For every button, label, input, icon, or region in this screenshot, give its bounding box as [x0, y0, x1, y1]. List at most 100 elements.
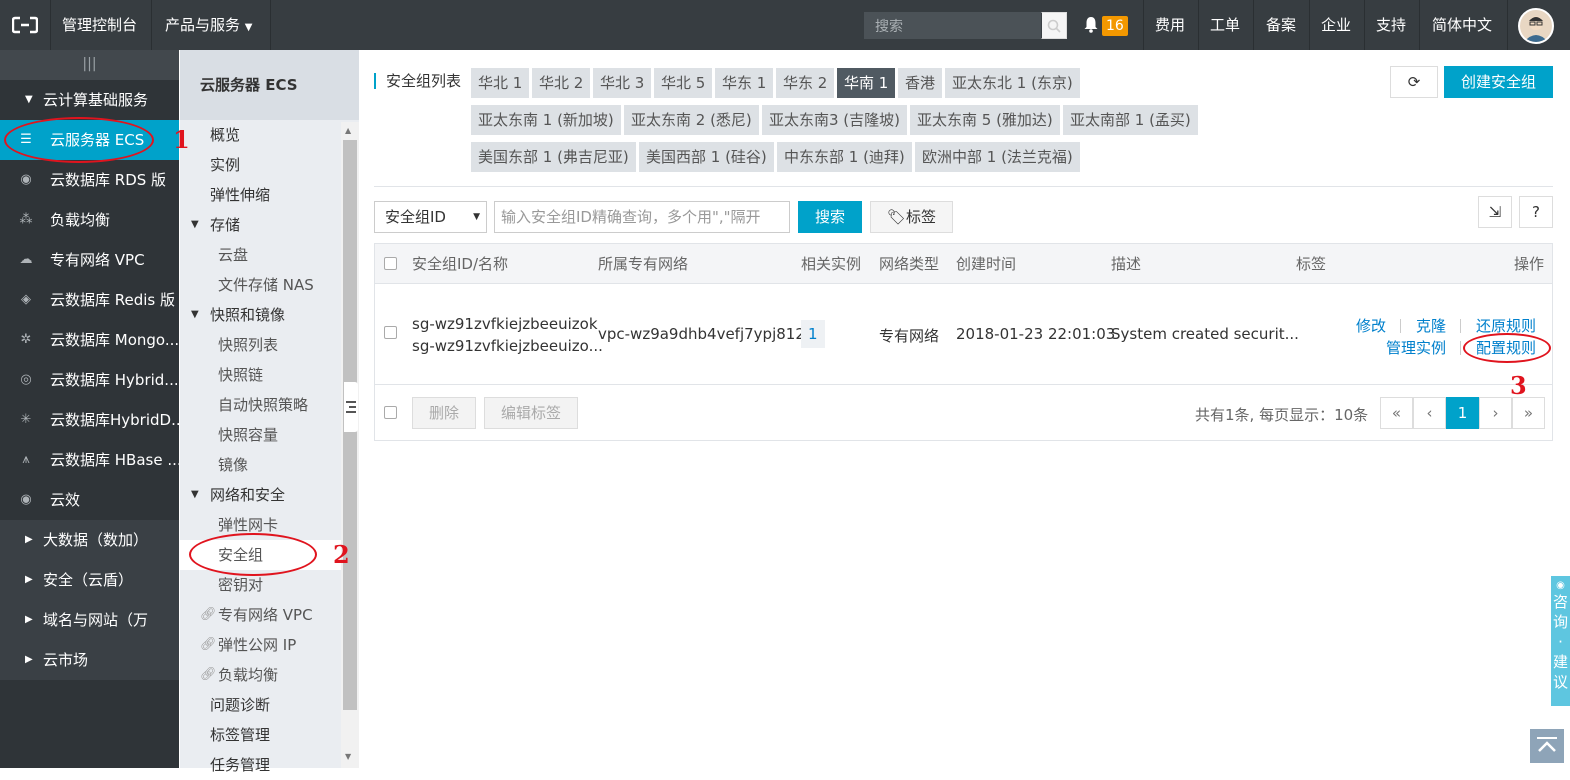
feedback-char: 咨 — [1552, 593, 1568, 611]
instance-count-link[interactable]: 1 — [801, 320, 825, 348]
next-page-button[interactable]: › — [1479, 397, 1512, 429]
region-tab[interactable]: 华北 1 — [471, 68, 530, 98]
region-tab[interactable]: 亚太南部 1 (孟买) — [1063, 105, 1198, 135]
sidebar-collapse-handle[interactable]: ||| — [0, 50, 179, 80]
region-tab[interactable]: 美国东部 1 (弗吉尼亚) — [471, 142, 636, 172]
subnav-snapshot-list[interactable]: 快照列表 — [180, 330, 342, 360]
sidebar-group-cloud-basics[interactable]: ▼ 云计算基础服务 — [0, 80, 179, 120]
subnav-auto-snapshot[interactable]: 自动快照策略 — [180, 390, 342, 420]
delete-button[interactable]: 删除 — [412, 397, 476, 429]
edit-tags-button[interactable]: 编辑标签 — [484, 397, 578, 429]
feedback-char: 建 — [1552, 653, 1568, 671]
subnav-slb-link[interactable]: 🔗︎ 负载均衡 — [180, 660, 342, 690]
sidebar-item-label: 云数据库 Hybrid... — [50, 371, 179, 389]
notifications[interactable]: 16 — [1083, 14, 1133, 38]
sidebar-item-slb[interactable]: ⁂ 负载均衡 — [0, 200, 179, 240]
nav-filing[interactable]: 备案 — [1254, 0, 1308, 50]
subnav-eip-link[interactable]: 🔗︎ 弹性公网 IP — [180, 630, 342, 660]
first-page-button[interactable]: « — [1380, 397, 1413, 429]
sidebar-item-vpc[interactable]: ☁ 专有网络 VPC — [0, 240, 179, 280]
products-menu[interactable]: 产品与服务 ▼ — [153, 0, 265, 50]
subnav-storage[interactable]: ▼ 存储 — [180, 210, 342, 240]
manage-instances-link[interactable]: 管理实例 — [1386, 337, 1446, 358]
search-button[interactable]: 搜索 — [798, 201, 862, 233]
tag-button[interactable]: 🏷︎标签 — [870, 201, 953, 233]
region-tab[interactable]: 中东东部 1 (迪拜) — [777, 142, 912, 172]
back-to-top-button[interactable] — [1530, 729, 1564, 763]
region-tab[interactable]: 欧洲中部 1 (法兰克福) — [915, 142, 1080, 172]
subnav-snapshots-images[interactable]: ▼ 快照和镜像 — [180, 300, 342, 330]
footer-checkbox[interactable] — [384, 406, 397, 419]
region-tab[interactable]: 华东 2 — [776, 68, 835, 98]
subnav-scrollbar[interactable]: ▲ ▼ — [341, 122, 359, 768]
region-tab[interactable]: 亚太东南 1 (新加坡) — [471, 105, 621, 135]
nav-tickets[interactable]: 工单 — [1198, 0, 1252, 50]
subnav-network-security[interactable]: ▼ 网络和安全 — [180, 480, 342, 510]
aliyun-logo-icon[interactable] — [0, 0, 50, 50]
subnav-nas[interactable]: 文件存储 NAS — [180, 270, 342, 300]
region-tab[interactable]: 亚太东南 2 (悉尼) — [624, 105, 759, 135]
nav-language[interactable]: 简体中文 — [1420, 0, 1504, 50]
console-link[interactable]: 管理控制台 — [50, 0, 149, 50]
region-tab[interactable]: 华北 5 — [654, 68, 713, 98]
sidebar-group-label: 云计算基础服务 — [43, 91, 149, 109]
collapse-sidebar-icon[interactable] — [344, 382, 358, 432]
select-all-checkbox[interactable] — [384, 257, 397, 270]
prev-page-button[interactable]: ‹ — [1413, 397, 1446, 429]
subnav-snapshot-capacity[interactable]: 快照容量 — [180, 420, 342, 450]
subnav-images[interactable]: 镜像 — [180, 450, 342, 480]
search-box[interactable]: 搜索 — [864, 12, 1067, 39]
row-checkbox[interactable] — [384, 326, 397, 339]
clone-link[interactable]: 克隆 — [1416, 315, 1446, 336]
sidebar-item-label: 负载均衡 — [50, 211, 111, 229]
sidebar-group-bigdata[interactable]: ▶ 大数据（数加） — [0, 520, 179, 560]
avatar[interactable] — [1518, 8, 1554, 44]
subnav-tags[interactable]: 标签管理 — [180, 720, 342, 750]
subnav-instances[interactable]: 实例 — [180, 150, 342, 180]
feedback-tab[interactable]: ◉ 咨 询 · 建 议 — [1551, 576, 1570, 706]
region-tab[interactable]: 华东 1 — [715, 68, 774, 98]
sidebar-item-hybrid-db[interactable]: ✳ 云数据库HybridD... — [0, 400, 179, 440]
subnav-diagnosis[interactable]: 问题诊断 — [180, 690, 342, 720]
page-1-button[interactable]: 1 — [1446, 397, 1479, 429]
subnav-tasks[interactable]: 任务管理 — [180, 750, 342, 780]
nav-support[interactable]: 支持 — [1364, 0, 1418, 50]
subnav-vpc-link[interactable]: 🔗︎ 专有网络 VPC — [180, 600, 342, 630]
modify-link[interactable]: 修改 — [1356, 315, 1386, 336]
export-button[interactable]: ⇲ — [1478, 196, 1512, 228]
region-tab[interactable]: 华北 3 — [593, 68, 652, 98]
region-tab[interactable]: 亚太东南 5 (雅加达) — [910, 105, 1060, 135]
scroll-up-icon[interactable]: ▲ — [345, 126, 351, 135]
search-icon[interactable] — [1041, 12, 1067, 39]
region-tab[interactable]: 美国西部 1 (硅谷) — [639, 142, 774, 172]
subnav-disks[interactable]: 云盘 — [180, 240, 342, 270]
subnav-autoscaling[interactable]: 弹性伸缩 — [180, 180, 342, 210]
region-tab-active[interactable]: 华南 1 — [837, 68, 896, 98]
divider — [374, 186, 1553, 187]
sidebar-item-redis[interactable]: ◈ 云数据库 Redis 版 — [0, 280, 179, 320]
region-tab[interactable]: 香港 — [898, 68, 943, 98]
refresh-button[interactable]: ⟳ — [1390, 66, 1438, 98]
filter-select[interactable]: 安全组ID ▼ — [374, 201, 487, 233]
nav-billing[interactable]: 费用 — [1143, 0, 1197, 50]
subnav-overview[interactable]: 概览 — [180, 120, 342, 150]
create-security-group-button[interactable]: 创建安全组 — [1444, 66, 1553, 98]
last-page-button[interactable]: » — [1512, 397, 1545, 429]
scroll-down-icon[interactable]: ▼ — [345, 752, 351, 761]
product-sidebar: 云服务器 ECS 概览 实例 弹性伸缩 ▼ 存储 云盘 文件存储 NAS ▼ 快照和… — [180, 50, 359, 774]
region-tab[interactable]: 华北 2 — [532, 68, 591, 98]
subnav-snapshot-chain[interactable]: 快照链 — [180, 360, 342, 390]
region-tab[interactable]: 亚太东南3 (吉隆坡) — [762, 105, 908, 135]
sidebar-group-domain[interactable]: ▶ 域名与网站（万 — [0, 600, 179, 640]
sidebar-group-market[interactable]: ▶ 云市场 — [0, 640, 179, 680]
sidebar-item-yunxiao[interactable]: ◉ 云效 — [0, 480, 179, 520]
search-input[interactable]: 输入安全组ID精确查询，多个用","隔开 — [494, 201, 790, 233]
sidebar-item-rds[interactable]: ◉ 云数据库 RDS 版 — [0, 160, 179, 200]
region-tab[interactable]: 亚太东北 1 (东京) — [945, 68, 1080, 98]
sidebar-item-hybrid[interactable]: ◎ 云数据库 Hybrid... — [0, 360, 179, 400]
help-button[interactable]: ? — [1519, 196, 1553, 228]
sidebar-item-mongo[interactable]: ✲ 云数据库 Mongo... — [0, 320, 179, 360]
nav-enterprise[interactable]: 企业 — [1309, 0, 1363, 50]
sidebar-group-security[interactable]: ▶ 安全（云盾） — [0, 560, 179, 600]
sidebar-item-hbase[interactable]: ⩚ 云数据库 HBase ... — [0, 440, 179, 480]
